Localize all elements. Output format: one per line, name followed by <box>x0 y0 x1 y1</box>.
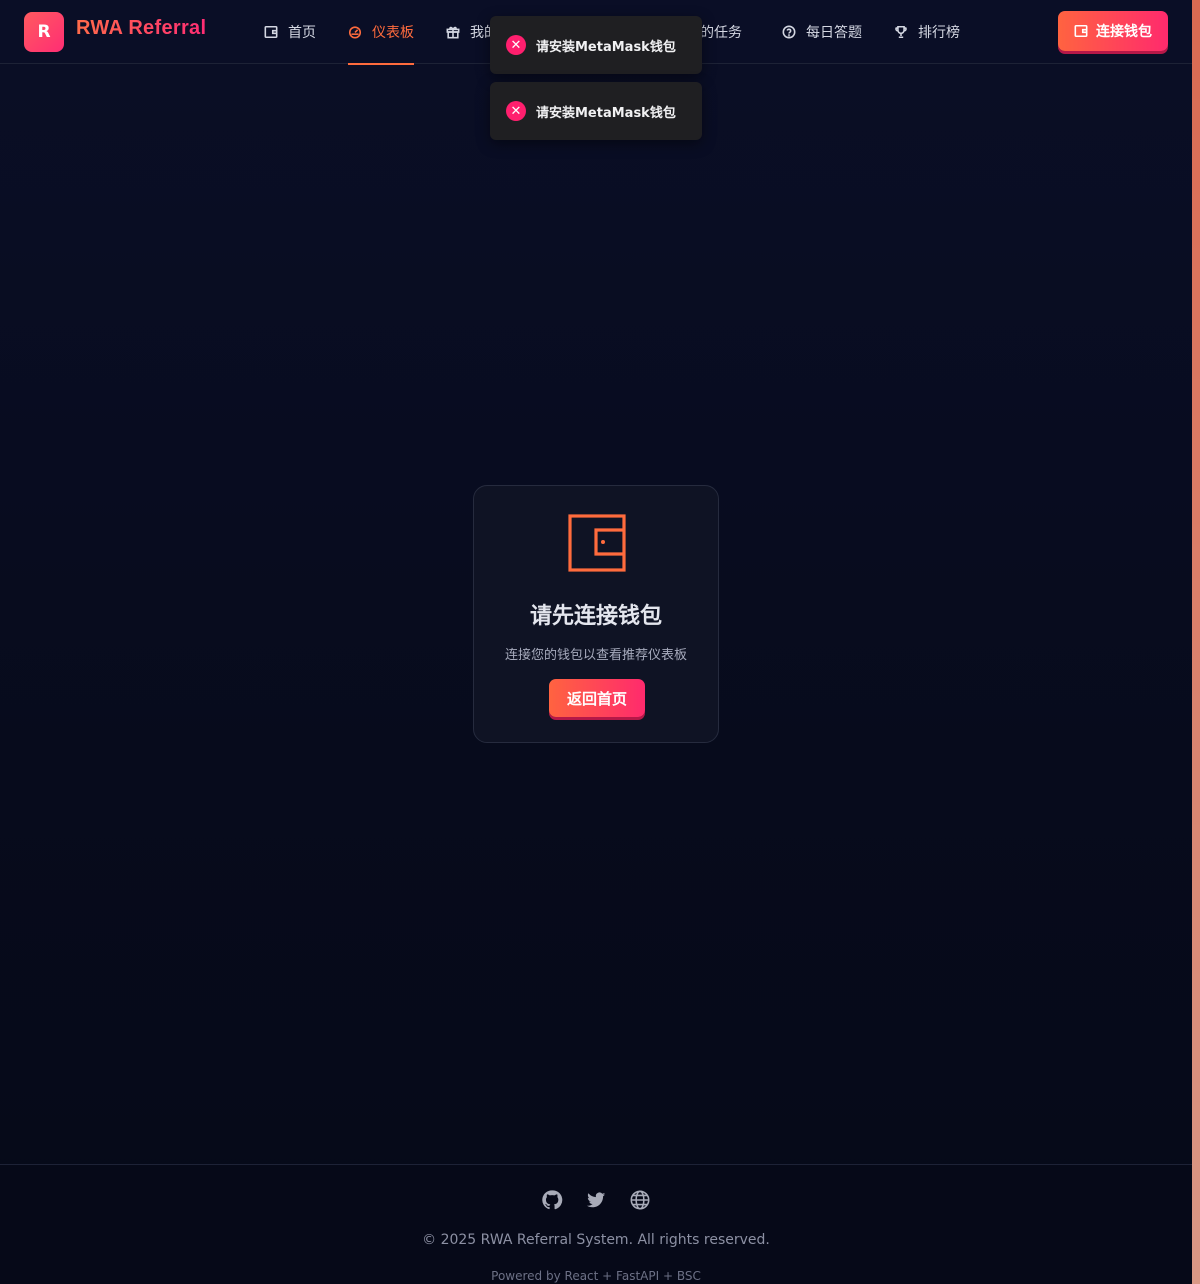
back-home-button[interactable]: 返回首页 <box>549 679 645 717</box>
nav-dashboard[interactable]: 仪表板 <box>348 0 414 65</box>
card-title: 请先连接钱包 <box>529 604 662 629</box>
copyright-text: © 2025 RWA Referral System. All rights r… <box>422 1232 770 1248</box>
toast-message: 请安装MetaMask钱包 <box>536 105 676 121</box>
nav-leaderboard-label: 排行榜 <box>918 25 960 41</box>
connect-wallet-button[interactable]: 连接钱包 <box>1058 11 1168 51</box>
error-toast[interactable]: ✕ 请安装MetaMask钱包 <box>490 16 702 74</box>
error-toast[interactable]: ✕ 请安装MetaMask钱包 <box>490 82 702 140</box>
nav-home-label: 首页 <box>288 25 316 41</box>
error-x-icon: ✕ <box>506 35 526 55</box>
nav-leaderboard[interactable]: 排行榜 <box>894 0 960 64</box>
wallet-icon <box>567 513 627 573</box>
wallet-icon <box>264 25 278 39</box>
page: R RWA Referral 首页 仪表板 我的 我的任务 每日答题 排行榜 连 <box>0 0 1200 1284</box>
github-icon[interactable] <box>541 1189 563 1211</box>
card-subtitle: 连接您的钱包以查看推荐仪表板 <box>504 648 687 663</box>
footer: © 2025 RWA Referral System. All rights r… <box>0 1164 1192 1284</box>
powered-by-text: Powered by React + FastAPI + BSC <box>491 1269 701 1283</box>
connect-wallet-label: 连接钱包 <box>1096 23 1152 39</box>
twitter-icon[interactable] <box>585 1189 607 1211</box>
connect-wallet-card: 请先连接钱包 连接您的钱包以查看推荐仪表板 返回首页 <box>473 485 719 743</box>
globe-icon[interactable] <box>629 1189 651 1211</box>
toast-message: 请安装MetaMask钱包 <box>536 39 676 55</box>
brand-name[interactable]: RWA Referral <box>76 17 206 40</box>
page-scrollbar[interactable] <box>1192 0 1200 1284</box>
nav-home[interactable]: 首页 <box>264 0 316 64</box>
dashboard-icon <box>348 26 362 39</box>
trophy-icon <box>895 25 907 39</box>
nav-daily-quiz[interactable]: 每日答题 <box>782 0 862 64</box>
logo-badge[interactable]: R <box>24 12 64 52</box>
wallet-icon <box>1074 24 1088 38</box>
help-circle-icon <box>782 25 796 39</box>
nav-daily-quiz-label: 每日答题 <box>806 25 862 41</box>
gift-icon <box>446 26 460 39</box>
nav-dashboard-label: 仪表板 <box>372 25 414 41</box>
error-x-icon: ✕ <box>506 101 526 121</box>
